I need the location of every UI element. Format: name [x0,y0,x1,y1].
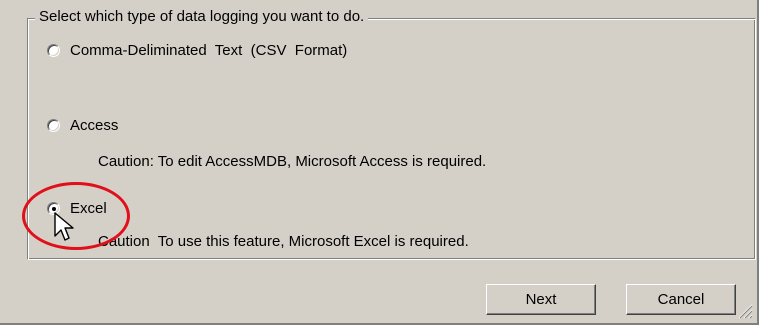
radio-option-csv[interactable]: Comma-Deliminated Text (CSV Format) [47,42,347,59]
caution-excel-text: Caution To use this feature, Microsoft E… [98,233,469,250]
dialog-window: Select which type of data logging you wa… [0,0,759,325]
radio-option-access[interactable]: Access [47,117,118,134]
cancel-button[interactable]: Cancel [626,284,736,315]
radio-icon[interactable] [47,119,60,132]
groupbox-legend: Select which type of data logging you wa… [35,8,369,25]
radio-icon[interactable] [47,44,60,57]
resize-grip-icon[interactable] [735,301,753,319]
radio-label-access: Access [70,117,119,134]
radio-label-csv: Comma-Deliminated Text (CSV Format) [70,42,348,59]
caution-access-text: Caution: To edit AccessMDB, Microsoft Ac… [98,153,487,170]
next-button[interactable]: Next [486,284,596,315]
mouse-pointer-icon [54,212,74,241]
